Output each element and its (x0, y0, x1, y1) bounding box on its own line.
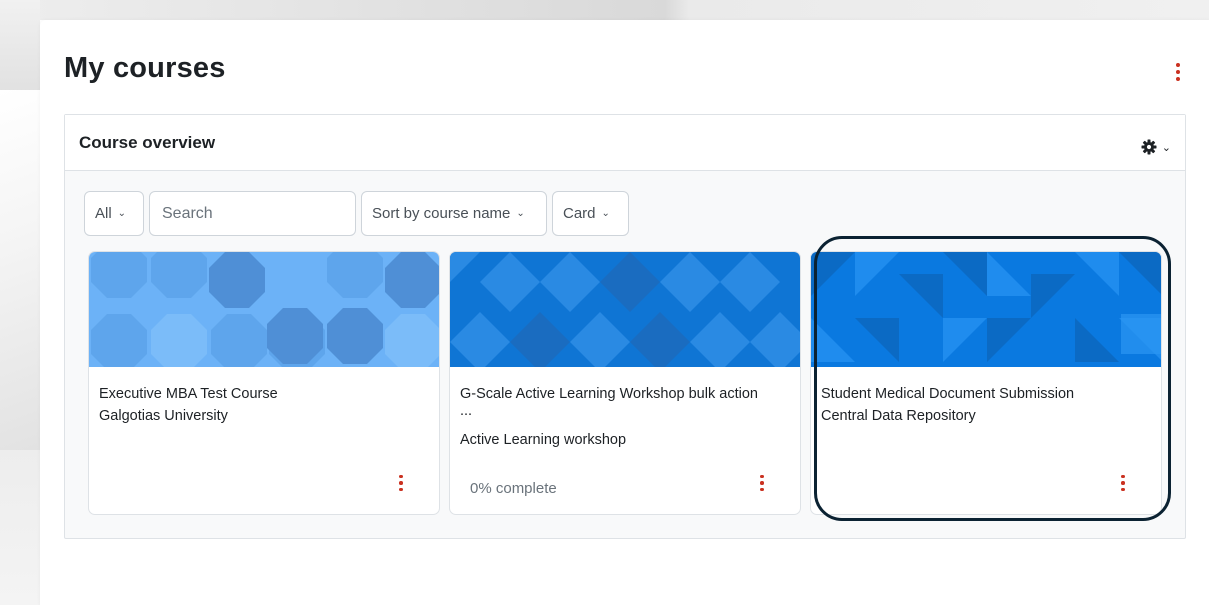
page-title: My courses (64, 52, 226, 84)
kebab-vertical-icon (1121, 474, 1125, 479)
chevron-down-icon: ⌄ (601, 208, 610, 219)
kebab-vertical-icon (399, 474, 403, 479)
page-panel: My courses Course overview ⌄ All ⌄ Searc… (40, 20, 1209, 605)
course-image (89, 252, 439, 367)
block-settings-button[interactable]: ⌄ (1141, 139, 1171, 155)
course-name[interactable]: G-Scale Active Learning Workshop bulk ac… (460, 383, 796, 405)
kebab-vertical-icon (1176, 63, 1180, 67)
background-left (0, 0, 40, 605)
course-menu-button[interactable] (1115, 472, 1131, 494)
grouping-dropdown[interactable]: All ⌄ (84, 191, 144, 236)
block-header: Course overview ⌄ (65, 115, 1185, 171)
view-label: Card (563, 205, 596, 222)
block-title: Course overview (79, 133, 216, 152)
sort-dropdown[interactable]: Sort by course name ⌄ (361, 191, 547, 236)
course-menu-button[interactable] (754, 472, 770, 494)
course-name[interactable]: Executive MBA Test Course (99, 383, 435, 405)
search-field[interactable] (149, 191, 356, 236)
course-category: Galgotias University (99, 408, 228, 424)
chevron-down-icon: ⌄ (516, 208, 525, 219)
background-top (0, 0, 1209, 20)
view-dropdown[interactable]: Card ⌄ (552, 191, 629, 236)
search-input[interactable] (162, 204, 343, 223)
course-name[interactable]: Student Medical Document Submission (821, 383, 1157, 405)
course-card[interactable]: G-Scale Active Learning Workshop bulk ac… (449, 251, 801, 515)
chevron-down-icon: ⌄ (117, 208, 127, 219)
course-image (450, 252, 800, 367)
sort-label: Sort by course name (372, 205, 511, 222)
course-category: Central Data Repository (821, 408, 976, 424)
course-overview-block: Course overview ⌄ All ⌄ Search Sort by c… (64, 114, 1186, 539)
course-card[interactable]: Student Medical Document Submission Cent… (810, 251, 1162, 515)
kebab-vertical-icon (760, 474, 764, 479)
gear-icon (1141, 139, 1157, 155)
course-image (811, 252, 1161, 367)
page-menu-button[interactable] (1171, 60, 1185, 84)
course-card[interactable]: Executive MBA Test Course Galgotias Univ… (88, 251, 440, 515)
course-category: Active Learning workshop (460, 432, 627, 448)
chevron-down-icon: ⌄ (1161, 141, 1171, 154)
course-menu-button[interactable] (393, 472, 409, 494)
course-progress: 0% complete (470, 480, 557, 497)
grouping-label: All (95, 205, 112, 222)
course-name-overflow: ... (460, 403, 473, 419)
